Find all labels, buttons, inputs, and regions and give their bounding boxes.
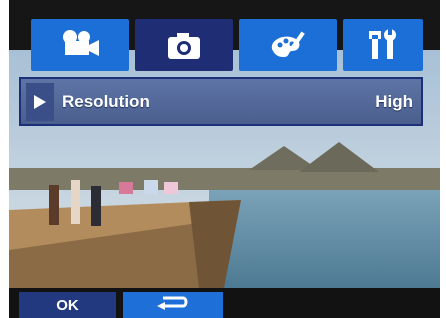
return-arrow-icon xyxy=(153,294,193,317)
menu-label: Resolution xyxy=(62,91,150,111)
tab-settings[interactable] xyxy=(343,19,423,71)
menu-value: High xyxy=(375,91,413,111)
camera-icon xyxy=(162,27,206,63)
palette-icon xyxy=(266,27,310,63)
video-camera-icon xyxy=(58,27,102,63)
tab-effects[interactable] xyxy=(239,19,337,71)
tab-photo[interactable] xyxy=(135,19,233,71)
play-arrow-icon[interactable] xyxy=(26,82,54,121)
menu-row-resolution[interactable]: Resolution High xyxy=(19,77,423,126)
ok-button[interactable]: OK xyxy=(19,292,116,318)
tools-icon xyxy=(363,27,403,63)
tab-video[interactable] xyxy=(31,19,129,71)
ok-label: OK xyxy=(56,296,79,314)
back-button[interactable] xyxy=(123,292,223,318)
